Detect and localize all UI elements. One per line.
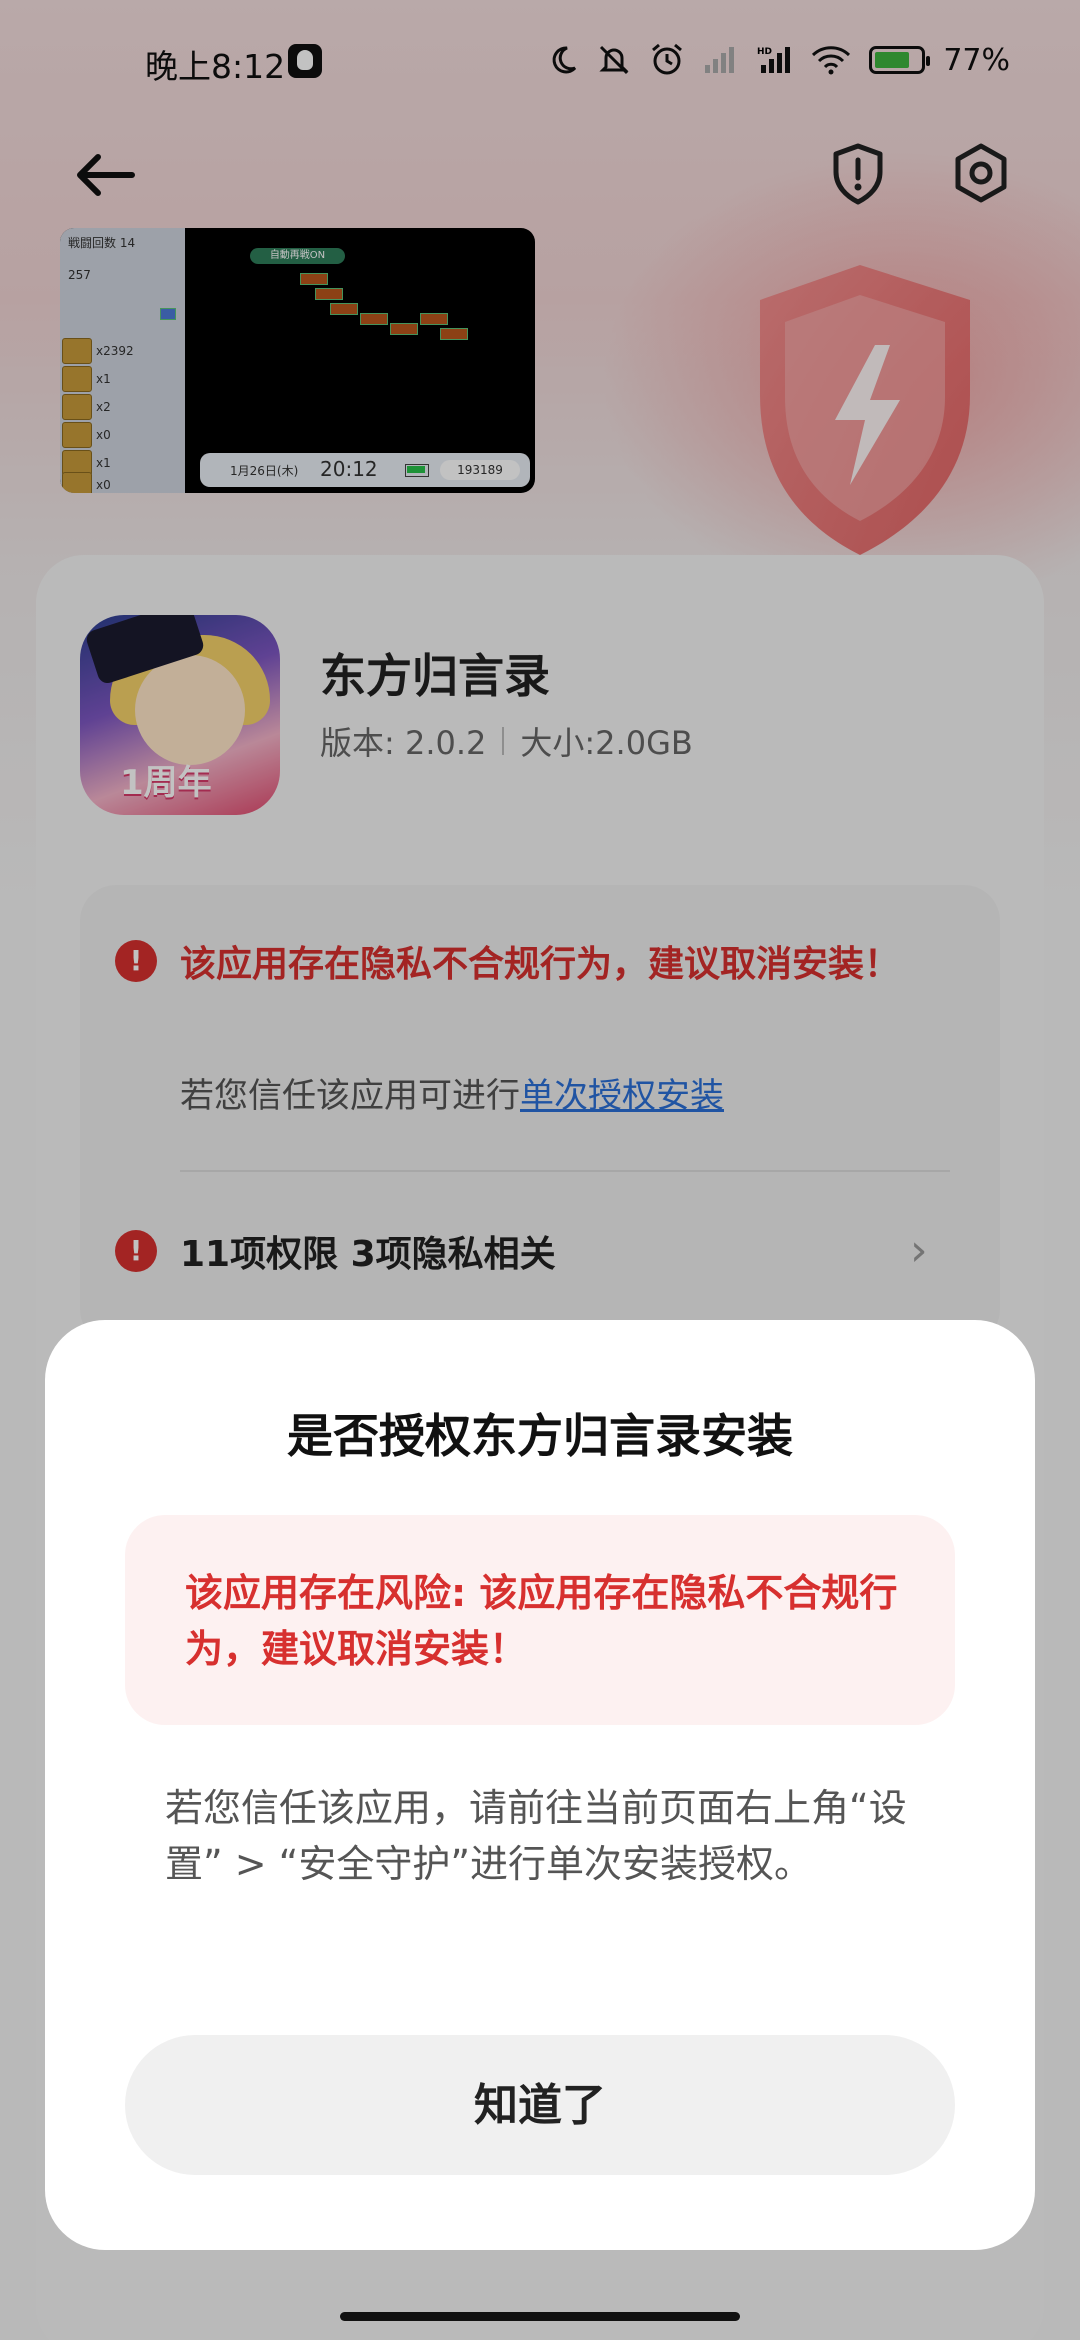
risk-notice-text: 该应用存在风险: 该应用存在隐私不合规行为，建议取消安装！ [185, 1571, 898, 1671]
home-indicator[interactable] [340, 2312, 740, 2321]
acknowledge-button[interactable]: 知道了 [125, 2035, 955, 2175]
dialog-body: 若您信任该应用，请前往当前页面右上角“设置” > “安全守护”进行单次安装授权。 [165, 1786, 907, 1886]
dialog-title: 是否授权东方归言录安装 [287, 1409, 793, 1463]
